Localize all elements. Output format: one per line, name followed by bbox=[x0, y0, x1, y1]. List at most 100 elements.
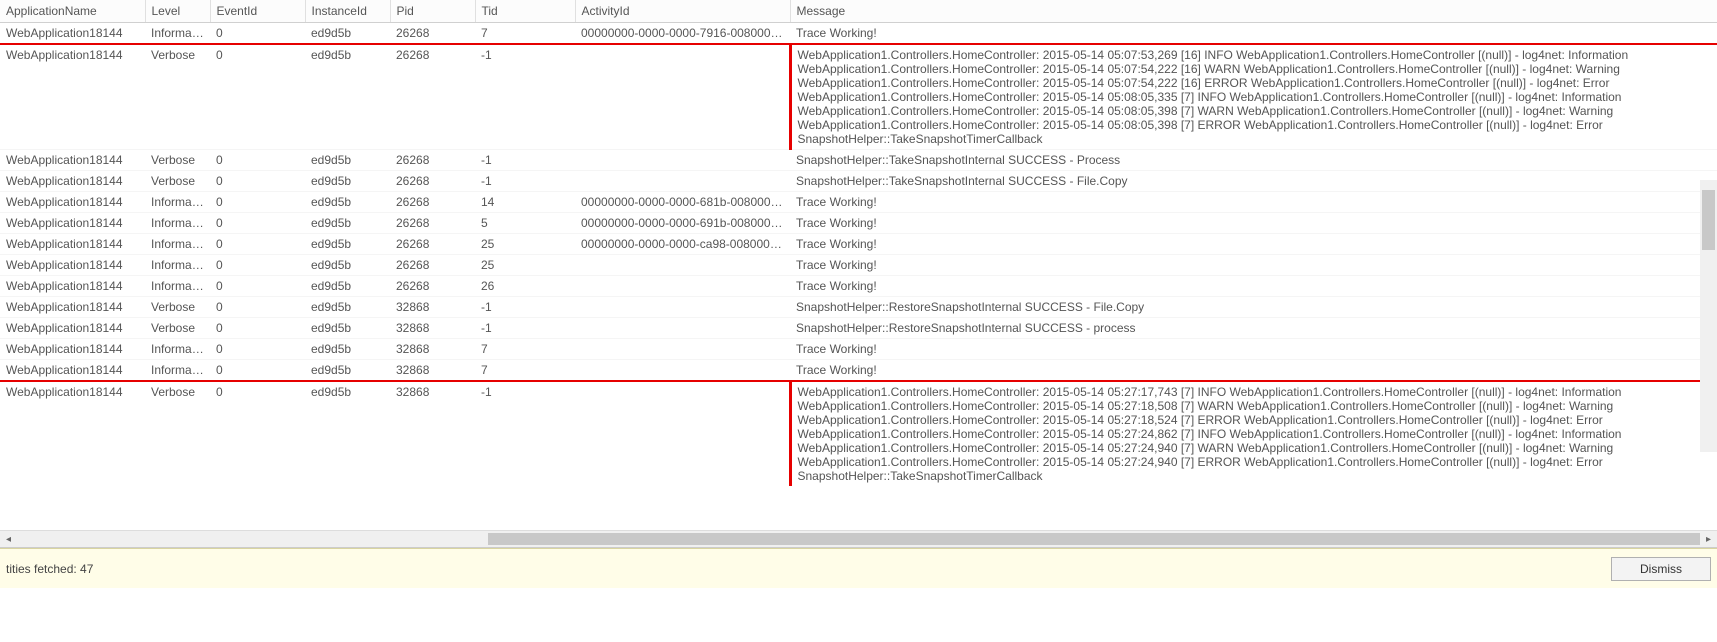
table-row[interactable]: WebApplication18144Information0ed9d5b328… bbox=[0, 360, 1717, 382]
cell-tid: 25 bbox=[475, 255, 575, 276]
cell-pid: 26268 bbox=[390, 23, 475, 45]
horizontal-scrollbar[interactable]: ◂ ▸ bbox=[0, 530, 1717, 547]
cell-inst: ed9d5b bbox=[305, 150, 390, 171]
cell-pid: 26268 bbox=[390, 171, 475, 192]
cell-pid: 26268 bbox=[390, 255, 475, 276]
cell-pid: 32868 bbox=[390, 360, 475, 382]
cell-tid: -1 bbox=[475, 150, 575, 171]
cell-pid: 26268 bbox=[390, 213, 475, 234]
cell-inst: ed9d5b bbox=[305, 297, 390, 318]
cell-tid: 7 bbox=[475, 339, 575, 360]
cell-level: Information bbox=[145, 360, 210, 382]
cell-inst: ed9d5b bbox=[305, 23, 390, 45]
cell-msg: Trace Working! bbox=[790, 339, 1717, 360]
cell-tid: -1 bbox=[475, 171, 575, 192]
cell-act bbox=[575, 44, 790, 150]
table-row[interactable]: WebApplication18144Verbose0ed9d5b32868-1… bbox=[0, 297, 1717, 318]
log-grid[interactable]: ApplicationName Level EventId InstanceId… bbox=[0, 0, 1717, 548]
cell-act bbox=[575, 297, 790, 318]
cell-app: WebApplication18144 bbox=[0, 44, 145, 150]
cell-app: WebApplication18144 bbox=[0, 171, 145, 192]
cell-event: 0 bbox=[210, 297, 305, 318]
cell-level: Verbose bbox=[145, 381, 210, 486]
table-row[interactable]: WebApplication18144Verbose0ed9d5b26268-1… bbox=[0, 150, 1717, 171]
cell-tid: 26 bbox=[475, 276, 575, 297]
col-header-level[interactable]: Level bbox=[145, 0, 210, 23]
cell-app: WebApplication18144 bbox=[0, 381, 145, 486]
cell-msg: WebApplication1.Controllers.HomeControll… bbox=[790, 44, 1717, 150]
cell-tid: 25 bbox=[475, 234, 575, 255]
cell-event: 0 bbox=[210, 360, 305, 382]
col-header-application[interactable]: ApplicationName bbox=[0, 0, 145, 23]
cell-pid: 26268 bbox=[390, 234, 475, 255]
cell-act bbox=[575, 255, 790, 276]
cell-msg: SnapshotHelper::TakeSnapshotInternal SUC… bbox=[790, 150, 1717, 171]
horizontal-scroll-thumb[interactable] bbox=[488, 533, 1700, 545]
cell-inst: ed9d5b bbox=[305, 255, 390, 276]
col-header-tid[interactable]: Tid bbox=[475, 0, 575, 23]
table-row[interactable]: WebApplication18144Information0ed9d5b262… bbox=[0, 23, 1717, 45]
cell-tid: 7 bbox=[475, 360, 575, 382]
table-row[interactable]: WebApplication18144Verbose0ed9d5b32868-1… bbox=[0, 318, 1717, 339]
cell-inst: ed9d5b bbox=[305, 276, 390, 297]
cell-app: WebApplication18144 bbox=[0, 297, 145, 318]
table-row[interactable]: WebApplication18144Information0ed9d5b262… bbox=[0, 192, 1717, 213]
cell-inst: ed9d5b bbox=[305, 381, 390, 486]
col-header-message[interactable]: Message bbox=[790, 0, 1717, 23]
col-header-activityid[interactable]: ActivityId bbox=[575, 0, 790, 23]
cell-act bbox=[575, 276, 790, 297]
cell-pid: 26268 bbox=[390, 192, 475, 213]
cell-msg: WebApplication1.Controllers.HomeControll… bbox=[790, 381, 1717, 486]
vertical-scroll-thumb[interactable] bbox=[1702, 190, 1715, 250]
cell-act bbox=[575, 360, 790, 382]
cell-inst: ed9d5b bbox=[305, 213, 390, 234]
cell-level: Verbose bbox=[145, 318, 210, 339]
cell-msg: SnapshotHelper::TakeSnapshotInternal SUC… bbox=[790, 171, 1717, 192]
cell-act: 00000000-0000-0000-ca98-0080000000fe bbox=[575, 234, 790, 255]
cell-act: 00000000-0000-0000-681b-0080000000d3 bbox=[575, 192, 790, 213]
cell-msg: SnapshotHelper::RestoreSnapshotInternal … bbox=[790, 318, 1717, 339]
table-row[interactable]: WebApplication18144Information0ed9d5b262… bbox=[0, 213, 1717, 234]
cell-app: WebApplication18144 bbox=[0, 318, 145, 339]
cell-inst: ed9d5b bbox=[305, 192, 390, 213]
cell-app: WebApplication18144 bbox=[0, 339, 145, 360]
col-header-instanceid[interactable]: InstanceId bbox=[305, 0, 390, 23]
cell-pid: 26268 bbox=[390, 276, 475, 297]
table-body: WebApplication18144Information0ed9d5b262… bbox=[0, 23, 1717, 487]
cell-level: Verbose bbox=[145, 150, 210, 171]
scroll-right-arrow-icon[interactable]: ▸ bbox=[1700, 531, 1717, 548]
table-row[interactable]: WebApplication18144Verbose0ed9d5b32868-1… bbox=[0, 381, 1717, 486]
cell-tid: -1 bbox=[475, 318, 575, 339]
table-row[interactable]: WebApplication18144Information0ed9d5b262… bbox=[0, 276, 1717, 297]
table-row[interactable]: WebApplication18144Verbose0ed9d5b26268-1… bbox=[0, 44, 1717, 150]
status-text: tities fetched: 47 bbox=[6, 562, 1611, 576]
cell-act bbox=[575, 171, 790, 192]
table-row[interactable]: WebApplication18144Information0ed9d5b262… bbox=[0, 234, 1717, 255]
cell-act: 00000000-0000-0000-7916-0080000000a4 bbox=[575, 23, 790, 45]
scroll-left-arrow-icon[interactable]: ◂ bbox=[0, 531, 17, 548]
cell-act bbox=[575, 150, 790, 171]
cell-pid: 32868 bbox=[390, 297, 475, 318]
cell-msg: Trace Working! bbox=[790, 276, 1717, 297]
cell-act bbox=[575, 318, 790, 339]
cell-tid: -1 bbox=[475, 44, 575, 150]
cell-app: WebApplication18144 bbox=[0, 276, 145, 297]
col-header-eventid[interactable]: EventId bbox=[210, 0, 305, 23]
cell-level: Verbose bbox=[145, 171, 210, 192]
table-row[interactable]: WebApplication18144Information0ed9d5b262… bbox=[0, 255, 1717, 276]
cell-msg: Trace Working! bbox=[790, 192, 1717, 213]
table-row[interactable]: WebApplication18144Verbose0ed9d5b26268-1… bbox=[0, 171, 1717, 192]
cell-app: WebApplication18144 bbox=[0, 150, 145, 171]
cell-event: 0 bbox=[210, 171, 305, 192]
table-row[interactable]: WebApplication18144Information0ed9d5b328… bbox=[0, 339, 1717, 360]
vertical-scrollbar[interactable] bbox=[1700, 180, 1717, 452]
table-header: ApplicationName Level EventId InstanceId… bbox=[0, 0, 1717, 23]
cell-tid: -1 bbox=[475, 381, 575, 486]
dismiss-button[interactable]: Dismiss bbox=[1611, 557, 1711, 581]
cell-msg: Trace Working! bbox=[790, 234, 1717, 255]
col-header-pid[interactable]: Pid bbox=[390, 0, 475, 23]
cell-inst: ed9d5b bbox=[305, 360, 390, 382]
cell-app: WebApplication18144 bbox=[0, 23, 145, 45]
horizontal-scroll-track[interactable] bbox=[17, 531, 1700, 547]
cell-act bbox=[575, 381, 790, 486]
